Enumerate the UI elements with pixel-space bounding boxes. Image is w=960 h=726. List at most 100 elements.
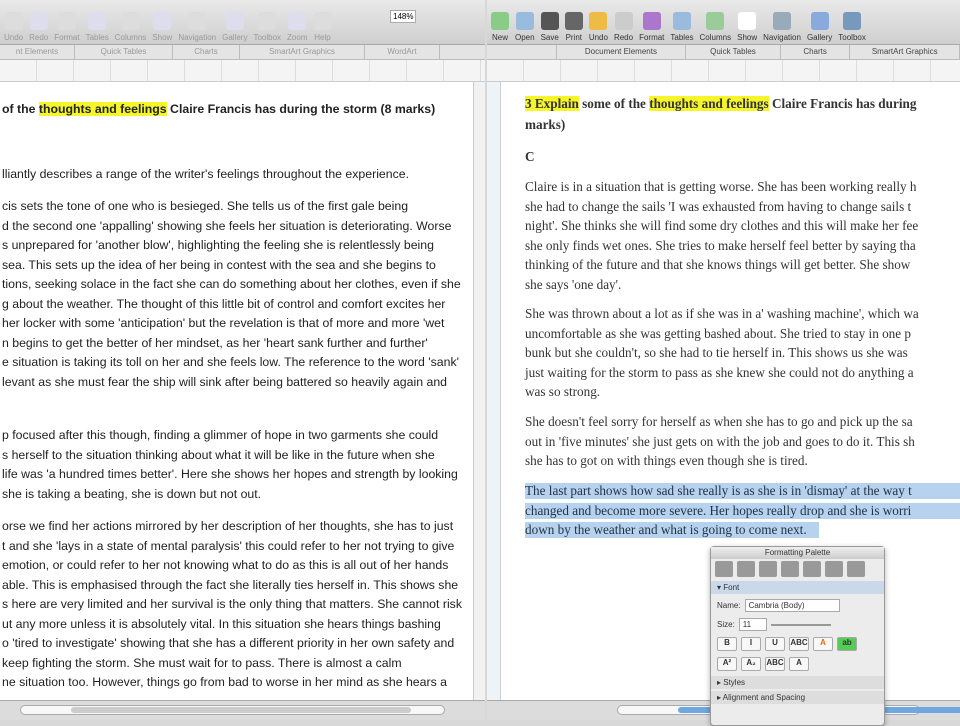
toolbar-button-columns[interactable]: Columns	[699, 12, 732, 42]
body-text-line: ut any more unless it is absolutely vita…	[2, 616, 441, 631]
toolbox-icon[interactable]	[825, 561, 843, 577]
toolbar-button-open[interactable]: Open	[515, 12, 535, 42]
toolbar-button-format[interactable]: Format	[54, 12, 80, 42]
tab-icon[interactable]	[803, 561, 821, 577]
selected-text-line[interactable]: changed and become more severe. Her hope…	[525, 502, 960, 519]
body-text-line: thinking of the future and that she know…	[525, 257, 911, 272]
ruler	[487, 60, 960, 82]
question-title: of the thoughts and feelings Claire Fran…	[2, 102, 435, 116]
tab-icon[interactable]	[759, 561, 777, 577]
toolbar-button-new[interactable]: New	[491, 12, 509, 42]
columns-icon	[121, 12, 140, 30]
format-button[interactable]: A²	[717, 657, 737, 671]
toolbar-button-show[interactable]: Show	[737, 12, 757, 42]
toolbar-button-help[interactable]: Help	[313, 12, 332, 42]
vertical-scrollbar[interactable]	[473, 82, 485, 700]
styles-section[interactable]: ▸ Styles	[711, 676, 884, 689]
toolbar-button-undo[interactable]: Undo	[4, 12, 23, 42]
toolbar-button-redo[interactable]: Redo	[614, 12, 633, 42]
toolbar-button-gallery[interactable]: Gallery	[807, 12, 832, 42]
body-text-line: d the second one 'appalling' showing she…	[2, 218, 452, 233]
ribbon-tab[interactable]: Quick Tables	[686, 45, 781, 59]
ribbon-tab[interactable]: Charts	[173, 45, 240, 59]
body-text-line: just waiting for the storm to pass as sh…	[525, 364, 914, 380]
ribbon-tab[interactable]: SmartArt Graphics	[240, 45, 365, 59]
toolbar-button-zoom[interactable]: Zoom	[287, 12, 308, 42]
print-icon	[564, 12, 583, 30]
ribbon-tab[interactable]: nt Elements	[0, 45, 75, 59]
format-button[interactable]: A₂	[741, 657, 761, 671]
body-text-line: she only finds wet ones. She tries to ma…	[525, 237, 916, 253]
format-button[interactable]: ABC	[789, 637, 809, 651]
undo-icon	[4, 12, 23, 30]
toolbar-label: Undo	[588, 33, 608, 42]
title-text: marks)	[525, 117, 566, 132]
body-text-line: emotion, or could refer to her not knowi…	[2, 558, 449, 572]
format-button[interactable]: ab	[837, 637, 857, 651]
format-button[interactable]: A	[789, 657, 809, 671]
title-text: Claire Francis has during	[768, 96, 917, 111]
selected-text-line[interactable]: down by the weather and what is going to…	[525, 522, 819, 538]
horizontal-scrollbar[interactable]	[20, 705, 445, 715]
tab-icon[interactable]	[847, 561, 865, 577]
toolbar: New Open Save Print Undo Redo Format Tables Colu…	[487, 0, 960, 45]
body-text-line: o 'tired to investigate' showing that sh…	[2, 636, 455, 650]
format-button[interactable]: I	[741, 637, 761, 651]
toolbar-label: Tables	[670, 33, 694, 42]
format-button[interactable]: U	[765, 637, 785, 651]
toolbar-button-redo[interactable]: Redo	[29, 12, 48, 42]
font-section[interactable]: ▾ Font	[711, 581, 884, 594]
toolbar-label: Columns	[699, 33, 732, 42]
ribbon-tab[interactable]: Quick Tables	[75, 45, 173, 59]
tab-icon[interactable]	[737, 561, 755, 577]
open-icon	[515, 12, 534, 30]
toolbar-button-gallery[interactable]: Gallery	[222, 12, 247, 42]
toolbar-button-show[interactable]: Show	[152, 12, 172, 42]
grade: C	[525, 149, 535, 164]
toolbar-button-columns[interactable]: Columns	[115, 12, 146, 42]
toolbar-button-format[interactable]: Format	[639, 12, 664, 42]
toolbar-label: Print	[565, 33, 583, 42]
ribbon-tab[interactable]: SmartArt Graphics	[850, 45, 960, 59]
ribbon-tab[interactable]: WordArt	[365, 45, 440, 59]
toolbar-button-toolbox[interactable]: Toolbox	[838, 12, 866, 42]
toolbar-button-navigation[interactable]: Navigation	[178, 12, 216, 42]
ribbon-tabs: Document Elements Quick Tables Charts Smart…	[487, 45, 960, 60]
toolbar-label: Gallery	[222, 33, 248, 42]
size-slider[interactable]	[770, 623, 831, 626]
font-name-input[interactable]: Cambria (Body)	[744, 599, 840, 612]
tab-icon[interactable]	[781, 561, 799, 577]
format-button[interactable]: ABC	[765, 657, 785, 671]
scroll-thumb[interactable]	[71, 707, 411, 713]
format-button[interactable]: A	[813, 637, 833, 651]
palette-title[interactable]: Formatting Palette	[711, 547, 884, 559]
title-text: of the	[2, 102, 39, 116]
show-icon	[153, 12, 172, 30]
format-button[interactable]: B	[717, 637, 737, 651]
toolbar-button-tables[interactable]: Tables	[670, 12, 694, 42]
new-icon	[491, 12, 509, 30]
toolbar-button-tables[interactable]: Tables	[86, 12, 109, 42]
gallery-icon	[810, 12, 829, 30]
toolbar-button-print[interactable]: Print	[564, 12, 583, 42]
toolbar-label: Show	[152, 33, 173, 42]
toolbar-button-navigation[interactable]: Navigation	[763, 12, 801, 42]
selected-text-line[interactable]: The last part shows how sad she really i…	[525, 483, 960, 499]
toolbar-label: New	[491, 33, 508, 42]
formatting-palette: Formatting Palette ▾ Font Name: Cambria (…	[710, 546, 885, 726]
toolbar-button-toolbox[interactable]: Toolbox	[253, 12, 281, 42]
toolbar-button-save[interactable]: Save	[541, 12, 559, 42]
zoom-value[interactable]: 148%	[390, 10, 417, 23]
ribbon-tab[interactable]: Charts	[781, 45, 851, 59]
ribbon-tab[interactable]: Document Elements	[557, 45, 687, 59]
font-tab-icon[interactable]	[715, 561, 733, 577]
toolbar-button-undo[interactable]: Undo	[589, 12, 608, 42]
body-text-line: she had to change the sails 'I was exhau…	[525, 198, 912, 214]
toolbar-label: Tables	[85, 33, 109, 42]
ruler	[0, 60, 485, 82]
vertical-ruler	[487, 82, 501, 700]
section-label: Alignment and Spacing	[722, 693, 806, 702]
body-text-line: p focused after this though, finding a g…	[2, 428, 439, 442]
alignment-section[interactable]: ▸ Alignment and Spacing	[711, 691, 884, 704]
font-size-input[interactable]: 11	[738, 618, 767, 631]
